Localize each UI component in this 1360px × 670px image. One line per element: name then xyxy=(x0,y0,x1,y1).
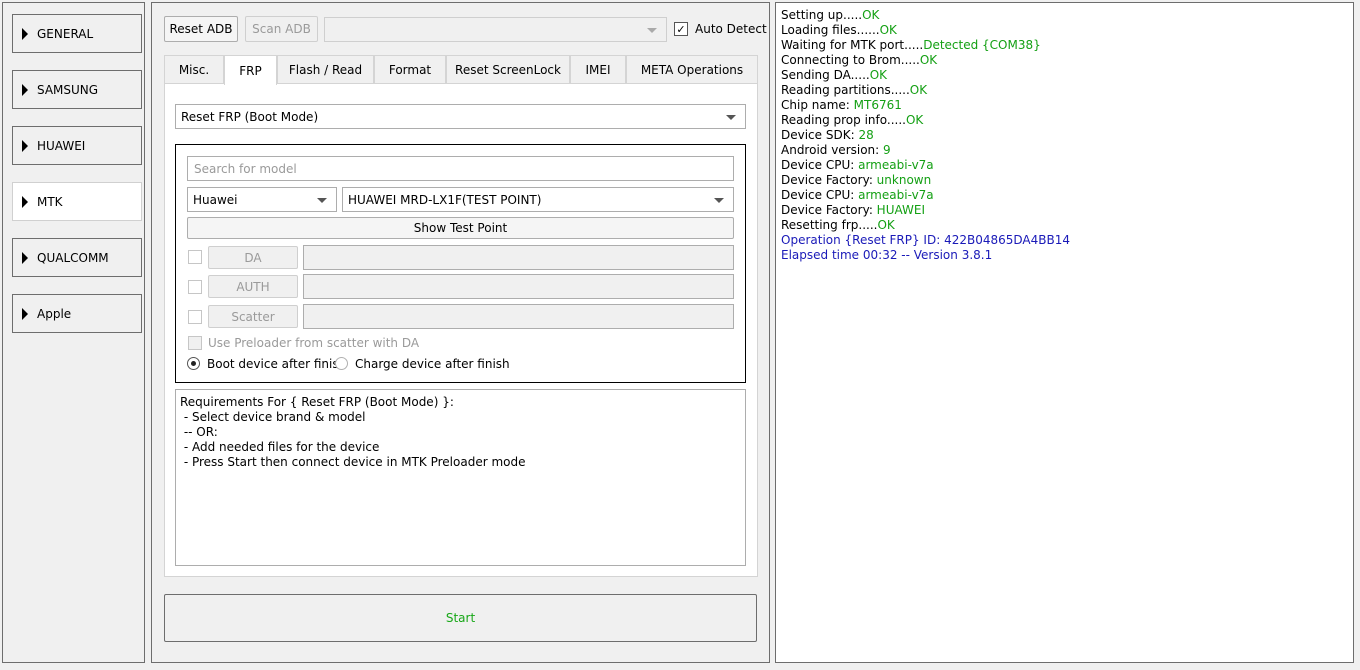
triangle-right-icon xyxy=(22,251,28,264)
log-line: Device Factory: HUAWEI xyxy=(781,203,926,217)
triangle-right-icon xyxy=(22,307,28,320)
requirements-textarea[interactable]: Requirements For { Reset FRP (Boot Mode)… xyxy=(175,389,746,566)
brand-select[interactable]: Huawei xyxy=(187,187,337,212)
triangle-right-icon xyxy=(22,195,28,208)
log-line: Device SDK: 28 xyxy=(781,128,874,142)
charge-after-radio[interactable] xyxy=(335,357,348,370)
da-checkbox[interactable] xyxy=(188,250,202,264)
triangle-right-icon xyxy=(22,27,28,40)
triangle-right-icon xyxy=(22,139,28,152)
tab-reset-screenlock[interactable]: Reset ScreenLock xyxy=(446,55,570,84)
log-line: Loading files......OK xyxy=(781,23,897,37)
charge-after-label: Charge device after finish xyxy=(355,357,510,371)
chevron-down-icon xyxy=(726,114,736,120)
operation-select-value: Reset FRP (Boot Mode) xyxy=(181,109,319,124)
auth-path-field[interactable] xyxy=(303,274,734,299)
log-line: Reading partitions.....OK xyxy=(781,83,928,97)
operation-select[interactable]: Reset FRP (Boot Mode) xyxy=(175,104,746,129)
log-line-elapsed: Elapsed time 00:32 -- Version 3.8.1 xyxy=(781,248,993,262)
auto-detect-label: Auto Detect xyxy=(695,22,767,36)
log-line: Connecting to Brom.....OK xyxy=(781,53,938,67)
start-button[interactable]: Start xyxy=(164,594,757,642)
tab-flash-read[interactable]: Flash / Read xyxy=(277,55,374,84)
sidebar-item-label: QUALCOMM xyxy=(37,250,109,265)
requirements-line: - Select device brand & model xyxy=(180,410,366,424)
sidebar-item-label: SAMSUNG xyxy=(37,82,99,97)
model-select-value: HUAWEI MRD-LX1F(TEST POINT) xyxy=(348,192,542,207)
tab-meta-operations[interactable]: META Operations xyxy=(626,55,758,84)
tab-frp[interactable]: FRP xyxy=(224,55,277,85)
use-preloader-label: Use Preloader from scatter with DA xyxy=(208,336,420,350)
log-line: Device CPU: armeabi-v7a xyxy=(781,188,934,202)
sidebar-item-label: Apple xyxy=(37,306,72,321)
log-line: Setting up.....OK xyxy=(781,8,880,22)
log-line: Device Factory: unknown xyxy=(781,173,932,187)
chevron-down-icon xyxy=(647,27,657,33)
sidebar-item-label: MTK xyxy=(37,194,63,209)
sidebar-item-qualcomm[interactable]: QUALCOMM xyxy=(12,238,142,277)
chevron-down-icon xyxy=(317,197,327,203)
da-path-field[interactable] xyxy=(303,245,734,270)
log-line-operation: Operation {Reset FRP} ID: 422B04865DA4BB… xyxy=(781,233,1070,247)
log-panel[interactable]: Setting up.....OK Loading files......OK … xyxy=(775,2,1354,663)
model-select[interactable]: HUAWEI MRD-LX1F(TEST POINT) xyxy=(342,187,734,212)
log-line: Chip name: MT6761 xyxy=(781,98,902,112)
sidebar-item-label: GENERAL xyxy=(37,26,94,41)
scatter-button[interactable]: Scatter xyxy=(208,305,298,328)
show-test-point-button[interactable]: Show Test Point xyxy=(187,217,734,239)
requirements-line: Requirements For { Reset FRP (Boot Mode)… xyxy=(180,395,454,409)
sidebar-item-apple[interactable]: Apple xyxy=(12,294,142,333)
sidebar-item-huawei[interactable]: HUAWEI xyxy=(12,126,142,165)
reset-adb-button[interactable]: Reset ADB xyxy=(164,16,238,42)
tab-format[interactable]: Format xyxy=(374,55,446,84)
tab-misc[interactable]: Misc. xyxy=(164,55,224,84)
auth-button[interactable]: AUTH xyxy=(208,275,298,298)
sidebar-item-general[interactable]: GENERAL xyxy=(12,14,142,53)
boot-after-label: Boot device after finish xyxy=(207,357,347,371)
scatter-path-field[interactable] xyxy=(303,304,734,329)
log-line: Android version: 9 xyxy=(781,143,891,157)
boot-after-radio[interactable] xyxy=(187,357,200,370)
requirements-line: -- OR: xyxy=(180,425,218,439)
log-line: Reading prop info.....OK xyxy=(781,113,924,127)
requirements-line: - Press Start then connect device in MTK… xyxy=(180,455,526,469)
log-line: Device CPU: armeabi-v7a xyxy=(781,158,934,172)
auth-checkbox[interactable] xyxy=(188,280,202,294)
sidebar-item-mtk[interactable]: MTK xyxy=(12,182,142,221)
model-search-placeholder: Search for model xyxy=(194,161,297,176)
log-line: Waiting for MTK port.....Detected {COM38… xyxy=(781,38,1041,52)
model-search-input[interactable]: Search for model xyxy=(187,156,734,181)
da-button[interactable]: DA xyxy=(208,246,298,269)
tab-bar: Misc. FRP Flash / Read Format Reset Scre… xyxy=(164,55,758,85)
scatter-checkbox[interactable] xyxy=(188,310,202,324)
log-line: Resetting frp.....OK xyxy=(781,218,895,232)
log-line: Sending DA.....OK xyxy=(781,68,888,82)
requirements-line: - Add needed files for the device xyxy=(180,440,380,454)
brand-select-value: Huawei xyxy=(193,192,238,207)
radio-dot-icon xyxy=(191,361,196,366)
use-preloader-checkbox[interactable] xyxy=(188,336,202,350)
sidebar-item-label: HUAWEI xyxy=(37,138,86,153)
sidebar: GENERAL SAMSUNG HUAWEI MTK QUALCOMM Appl… xyxy=(2,2,145,663)
port-select[interactable] xyxy=(324,17,667,42)
triangle-right-icon xyxy=(22,83,28,96)
chevron-down-icon xyxy=(714,197,724,203)
tab-imei[interactable]: IMEI xyxy=(570,55,626,84)
sidebar-item-samsung[interactable]: SAMSUNG xyxy=(12,70,142,109)
auto-detect-checkbox[interactable]: ✓ xyxy=(674,22,688,36)
scan-adb-button[interactable]: Scan ADB xyxy=(245,16,318,42)
